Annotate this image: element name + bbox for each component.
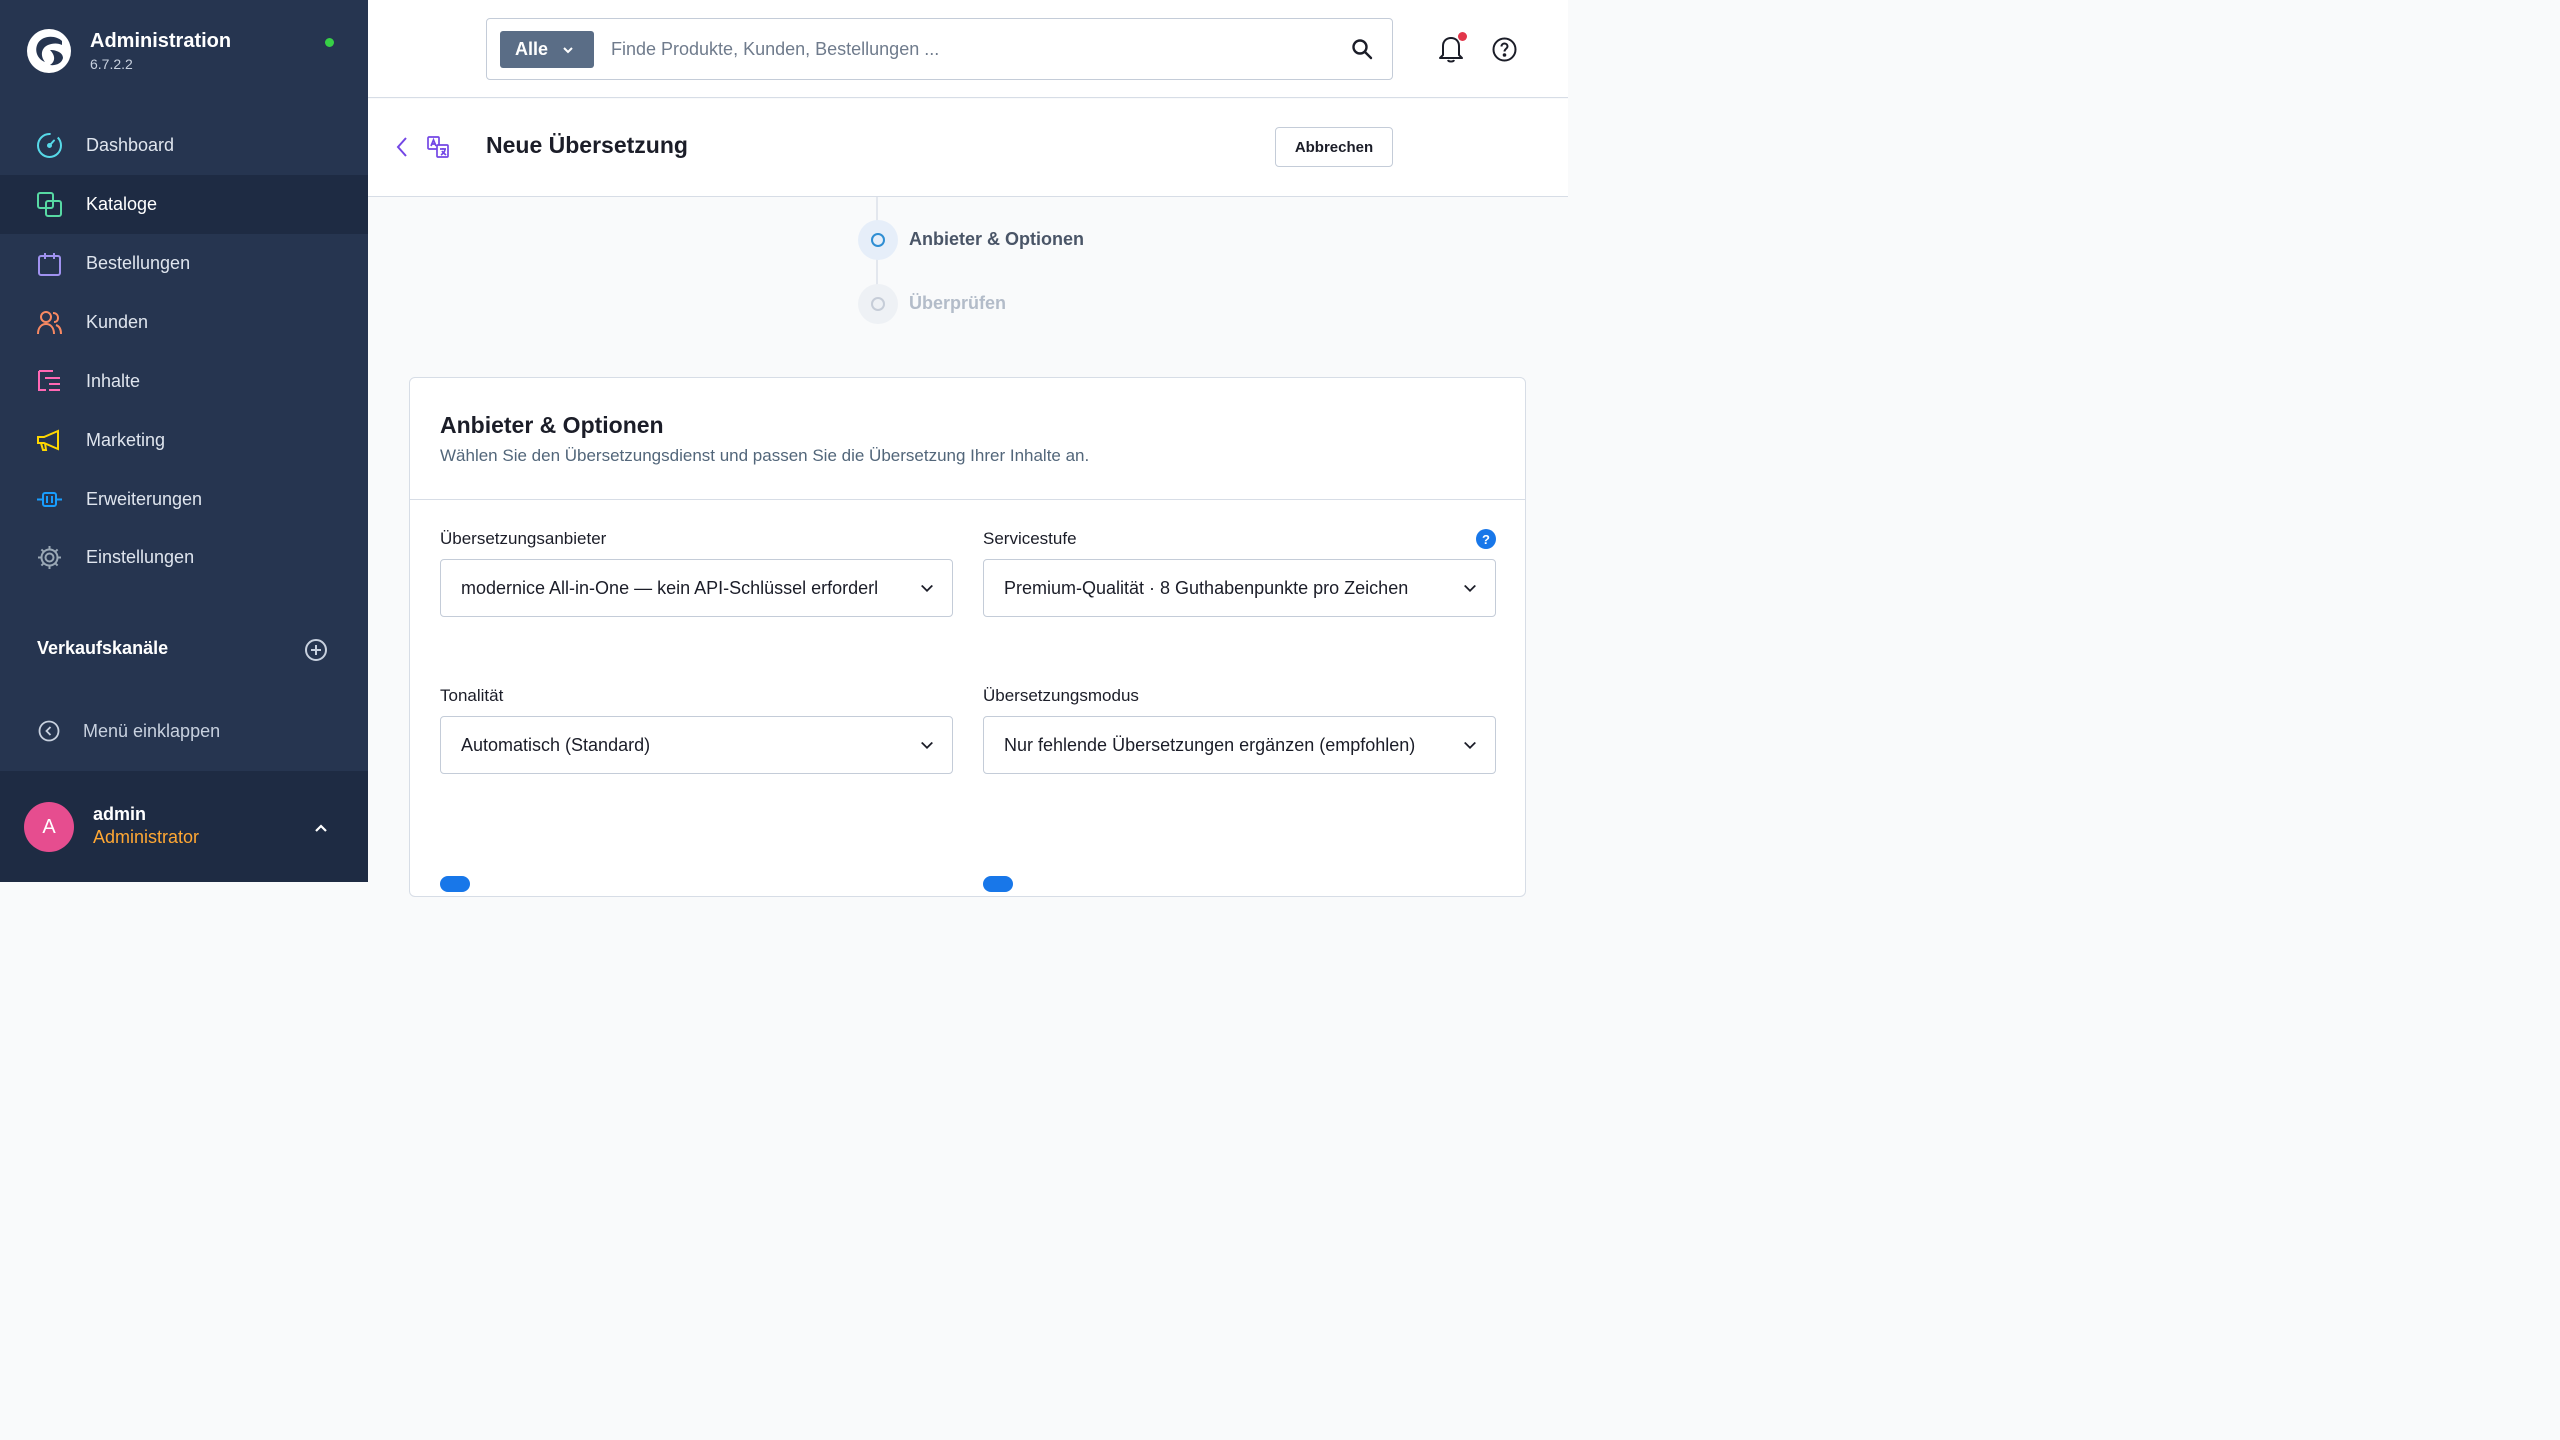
sidebar-item-label: Inhalte <box>86 371 141 391</box>
card-subtitle: Wählen Sie den Übersetzungsdienst und pa… <box>440 446 1090 465</box>
add-sales-channel-icon[interactable] <box>304 638 328 662</box>
user-menu[interactable]: A admin Administrator <box>0 771 368 882</box>
status-indicator <box>325 38 334 47</box>
service-level-value: Premium-Qualität · 8 Guthabenpunkte pro … <box>1004 578 1409 598</box>
step-label: Anbieter & Optionen <box>909 229 1084 249</box>
sidebar-item-label: Einstellungen <box>86 547 195 567</box>
avatar: A <box>24 802 74 852</box>
mode-label: Übersetzungsmodus <box>983 686 1139 705</box>
search-type-dropdown[interactable]: Alle <box>500 31 594 68</box>
brand: Administration 6.7.2.2 <box>26 28 346 78</box>
service-level-help-icon[interactable]: ? <box>1476 529 1496 549</box>
collapse-menu-label: Menü einklappen <box>83 721 221 741</box>
global-search: Alle <box>486 18 1393 80</box>
mode-value: Nur fehlende Übersetzungen ergänzen (emp… <box>1004 735 1416 755</box>
card-title: Anbieter & Optionen <box>440 412 664 438</box>
tone-label: Tonalität <box>440 686 504 705</box>
provider-label: Übersetzungsanbieter <box>440 529 607 548</box>
sidebar-item-bestellungen[interactable]: Bestellungen <box>0 234 368 293</box>
sidebar-item-einstellungen[interactable]: Einstellungen <box>0 528 368 587</box>
collapse-menu-button[interactable]: Menü einklappen <box>38 718 338 748</box>
customers-icon <box>37 311 62 335</box>
toggle-switch[interactable] <box>440 876 470 892</box>
help-icon[interactable] <box>1492 37 1517 62</box>
step-label: Überprüfen <box>909 293 1007 313</box>
toggle-switch[interactable] <box>983 876 1013 892</box>
user-name: admin <box>93 804 147 824</box>
sidebar-item-label: Erweiterungen <box>86 489 203 509</box>
back-chevron-icon[interactable] <box>394 135 410 159</box>
search-input[interactable] <box>611 35 1311 63</box>
content-icon <box>38 370 60 391</box>
notification-badge <box>1458 32 1467 41</box>
plug-icon <box>37 492 62 507</box>
card-header: Anbieter & Optionen Wählen Sie den Übers… <box>410 378 1525 500</box>
provider-options-card: Anbieter & Optionen Wählen Sie den Übers… <box>409 377 1526 897</box>
step-indicator <box>858 220 898 260</box>
gear-icon <box>38 546 61 569</box>
shopware-logo-icon <box>27 29 71 73</box>
dashboard-gauge-icon <box>37 133 62 158</box>
step-indicator <box>858 284 898 324</box>
sidebar-item-marketing[interactable]: Marketing <box>0 411 368 470</box>
page-title: Neue Übersetzung <box>486 132 688 158</box>
chevron-up-icon <box>315 824 327 832</box>
sidebar-item-label: Marketing <box>86 430 166 450</box>
sidebar-item-label: Kataloge <box>86 194 158 214</box>
search-icon[interactable] <box>1351 38 1373 60</box>
chevron-down-icon <box>1464 585 1476 592</box>
chevron-down-icon <box>563 47 573 54</box>
sidebar-item-inhalte[interactable]: Inhalte <box>0 352 368 411</box>
search-type-label: Alle <box>515 39 549 59</box>
service-level-label: Servicestufe <box>983 529 1077 548</box>
sidebar-item-label: Kunden <box>86 312 149 332</box>
sidebar-item-label: Bestellungen <box>86 253 191 273</box>
sales-channels-title: Verkaufskanäle <box>37 638 169 658</box>
app-title: Administration <box>90 30 232 52</box>
tone-select[interactable]: Automatisch (Standard) <box>440 716 953 774</box>
sidebar-item-label: Dashboard <box>86 135 175 155</box>
shopping-bag-icon <box>38 253 61 276</box>
sidebar: Administration 6.7.2.2 Dashboard Katalog… <box>0 0 368 882</box>
sidebar-item-erweiterungen[interactable]: Erweiterungen <box>0 470 368 529</box>
chevron-down-icon <box>921 585 933 592</box>
cancel-button[interactable]: Abbrechen <box>1275 127 1393 167</box>
chevron-down-icon <box>921 742 933 749</box>
catalogue-icon <box>37 192 62 217</box>
user-role: Administrator <box>93 827 200 847</box>
page-header: Neue Übersetzung Abbrechen <box>368 99 1568 197</box>
app-version: 6.7.2.2 <box>90 56 133 72</box>
chevron-left-circle-icon <box>38 720 60 742</box>
provider-select[interactable]: modernice All-in-One — kein API-Schlüsse… <box>440 559 953 617</box>
service-level-select[interactable]: Premium-Qualität · 8 Guthabenpunkte pro … <box>983 559 1496 617</box>
sidebar-item-kunden[interactable]: Kunden <box>0 293 368 352</box>
megaphone-icon <box>37 429 59 451</box>
tone-value: Automatisch (Standard) <box>461 735 651 755</box>
sidebar-item-kataloge[interactable]: Kataloge <box>0 175 368 234</box>
translate-icon <box>427 136 449 158</box>
chevron-down-icon <box>1464 742 1476 749</box>
mode-select[interactable]: Nur fehlende Übersetzungen ergänzen (emp… <box>983 716 1496 774</box>
top-bar: Alle <box>368 0 1568 98</box>
provider-value: modernice All-in-One — kein API-Schlüsse… <box>461 578 879 598</box>
sidebar-item-dashboard[interactable]: Dashboard <box>0 116 368 175</box>
